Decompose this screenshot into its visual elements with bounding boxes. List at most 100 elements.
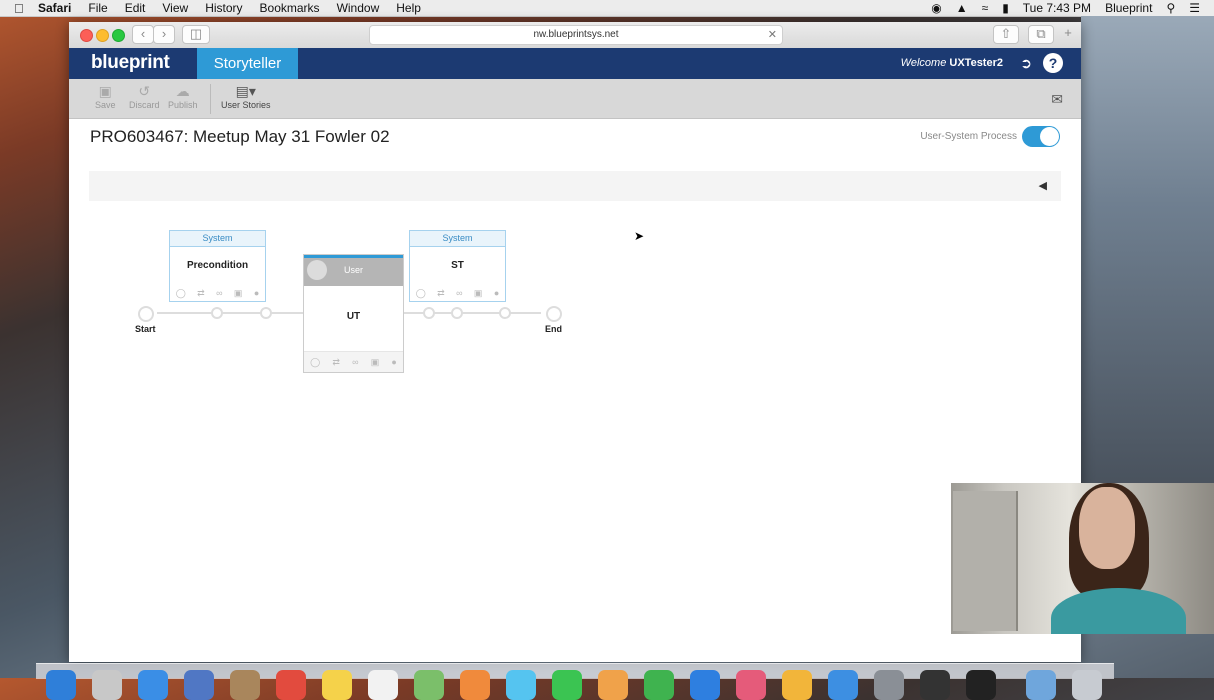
dock-launchpad-icon[interactable] xyxy=(92,670,122,700)
dock-reminders-icon[interactable] xyxy=(368,670,398,700)
dock-appstore-icon[interactable] xyxy=(828,670,858,700)
dock-finder-icon[interactable] xyxy=(46,670,76,700)
dock-calendar-icon[interactable] xyxy=(276,670,306,700)
record-icon[interactable]: ◉ xyxy=(931,1,941,15)
user-stories-button[interactable]: ▤▾ User Stories xyxy=(221,83,271,110)
shuffle-icon[interactable]: ⇄ xyxy=(332,357,340,368)
link-icon[interactable]: ∞ xyxy=(216,288,222,299)
toolbar-divider xyxy=(210,84,211,114)
menu-view[interactable]: View xyxy=(162,1,188,15)
discard-button[interactable]: ↺ Discard xyxy=(129,83,160,110)
dock-itunes-icon[interactable] xyxy=(736,670,766,700)
address-bar[interactable]: nw.blueprintsys.net ✕ xyxy=(369,25,783,45)
menu-app-name[interactable]: Safari xyxy=(38,1,71,15)
collapsible-panel-bar: ◀ xyxy=(89,171,1061,201)
stop-load-icon[interactable]: ✕ xyxy=(768,26,777,44)
more-icon[interactable]: ● xyxy=(391,357,396,368)
clock[interactable]: Tue 7:43 PM xyxy=(1023,1,1091,15)
menu-window[interactable]: Window xyxy=(337,1,380,15)
dock-mail-icon[interactable] xyxy=(184,670,214,700)
dock-trash-icon[interactable] xyxy=(1072,670,1102,700)
image-icon[interactable]: ▣ xyxy=(371,357,380,368)
tab-storyteller[interactable]: Storyteller xyxy=(197,48,298,79)
start-node[interactable] xyxy=(138,306,154,322)
system-task-st[interactable]: System ST ◯ ⇄ ∞ ▣ ● xyxy=(409,230,506,302)
dock-notes-icon[interactable] xyxy=(322,670,352,700)
connector-dot[interactable] xyxy=(423,307,435,319)
dock-maps-icon[interactable] xyxy=(414,670,444,700)
dock-preferences-icon[interactable] xyxy=(874,670,904,700)
notification-center-icon[interactable]: ☰ xyxy=(1189,1,1200,15)
logout-icon[interactable]: ➲ xyxy=(1020,55,1032,72)
menu-edit[interactable]: Edit xyxy=(125,1,146,15)
sidebar-icon[interactable]: ◫ xyxy=(182,25,210,44)
tabs-overview-icon[interactable]: ⧉ xyxy=(1028,25,1054,44)
user-system-process-toggle[interactable] xyxy=(1022,126,1060,147)
app-header: blueprint Storyteller Welcome UXTester2 … xyxy=(69,48,1081,79)
dock-messages-icon[interactable] xyxy=(506,670,536,700)
help-button[interactable]: ? xyxy=(1043,53,1063,73)
dock-safari-icon[interactable] xyxy=(138,670,168,700)
webcam-person-body xyxy=(1051,588,1186,634)
more-icon[interactable]: ● xyxy=(254,288,259,299)
menu-history[interactable]: History xyxy=(205,1,242,15)
comment-icon[interactable]: ◯ xyxy=(310,357,320,368)
minimize-window-button[interactable] xyxy=(96,29,109,42)
shuffle-icon[interactable]: ⇄ xyxy=(437,288,445,299)
mail-icon[interactable]: ✉ xyxy=(1051,91,1063,108)
link-icon[interactable]: ∞ xyxy=(456,288,462,299)
menu-help[interactable]: Help xyxy=(396,1,421,15)
back-icon[interactable]: ‹ xyxy=(132,25,154,44)
blueprint-logo[interactable]: blueprint xyxy=(91,52,170,74)
menu-file[interactable]: File xyxy=(88,1,107,15)
collapse-toggle-icon[interactable]: ◀ xyxy=(1039,179,1047,192)
dock-pages-icon[interactable] xyxy=(598,670,628,700)
spotlight-icon[interactable]: ⚲ xyxy=(1166,1,1175,15)
dock-contacts-icon[interactable] xyxy=(230,670,260,700)
battery-icon[interactable]: ▮ xyxy=(1002,1,1009,15)
shuffle-icon[interactable]: ⇄ xyxy=(197,288,205,299)
connector-dot[interactable] xyxy=(211,307,223,319)
dock-ibooks-icon[interactable] xyxy=(782,670,812,700)
connector-dot[interactable] xyxy=(499,307,511,319)
user-task-ut[interactable]: User UT ◯ ⇄ ∞ ▣ ● xyxy=(303,254,404,373)
save-button[interactable]: ▣ Save xyxy=(95,83,116,110)
fullscreen-window-button[interactable] xyxy=(112,29,125,42)
mac-dock xyxy=(36,663,1114,700)
close-window-button[interactable] xyxy=(80,29,93,42)
link-icon[interactable]: ∞ xyxy=(352,357,358,368)
share-icon[interactable]: ⇧ xyxy=(993,25,1019,44)
end-node[interactable] xyxy=(546,306,562,322)
menu-user[interactable]: Blueprint xyxy=(1105,1,1152,15)
airplay-icon[interactable]: ▲ xyxy=(956,1,968,15)
more-icon[interactable]: ● xyxy=(494,288,499,299)
dock-keynote-icon[interactable] xyxy=(690,670,720,700)
apple-icon[interactable]:  xyxy=(14,1,28,16)
dock-terminal-icon[interactable] xyxy=(920,670,950,700)
menu-bookmarks[interactable]: Bookmarks xyxy=(260,1,320,15)
webcam-person-face xyxy=(1079,487,1135,569)
new-tab-icon[interactable]: + xyxy=(1060,25,1076,42)
mouse-cursor-icon: ➤ xyxy=(634,229,645,243)
dock-photos-icon[interactable] xyxy=(460,670,490,700)
wifi-icon[interactable]: ≈ xyxy=(982,1,989,15)
dock-screen-recorder-icon[interactable] xyxy=(966,670,996,700)
comment-icon[interactable]: ◯ xyxy=(176,288,186,299)
task-action-icons: ◯ ⇄ ∞ ▣ ● xyxy=(410,288,505,299)
image-icon[interactable]: ▣ xyxy=(474,288,483,299)
connector-dot[interactable] xyxy=(260,307,272,319)
publish-icon: ☁ xyxy=(175,83,190,99)
image-icon[interactable]: ▣ xyxy=(234,288,243,299)
comment-icon[interactable]: ◯ xyxy=(416,288,426,299)
publish-button[interactable]: ☁ Publish xyxy=(168,83,198,110)
forward-icon[interactable]: › xyxy=(153,25,175,44)
user-task-header: User xyxy=(304,255,403,286)
toggle-knob xyxy=(1040,127,1059,146)
dock-facetime-icon[interactable] xyxy=(552,670,582,700)
system-task-precondition[interactable]: System Precondition ◯ ⇄ ∞ ▣ ● xyxy=(169,230,266,302)
discard-icon: ↺ xyxy=(138,83,151,99)
menu-status-area: ◉ ▲ ≈ ▮ Tue 7:43 PM Blueprint ⚲ ☰ xyxy=(931,0,1214,16)
connector-dot[interactable] xyxy=(451,307,463,319)
dock-downloads-icon[interactable] xyxy=(1026,670,1056,700)
dock-numbers-icon[interactable] xyxy=(644,670,674,700)
